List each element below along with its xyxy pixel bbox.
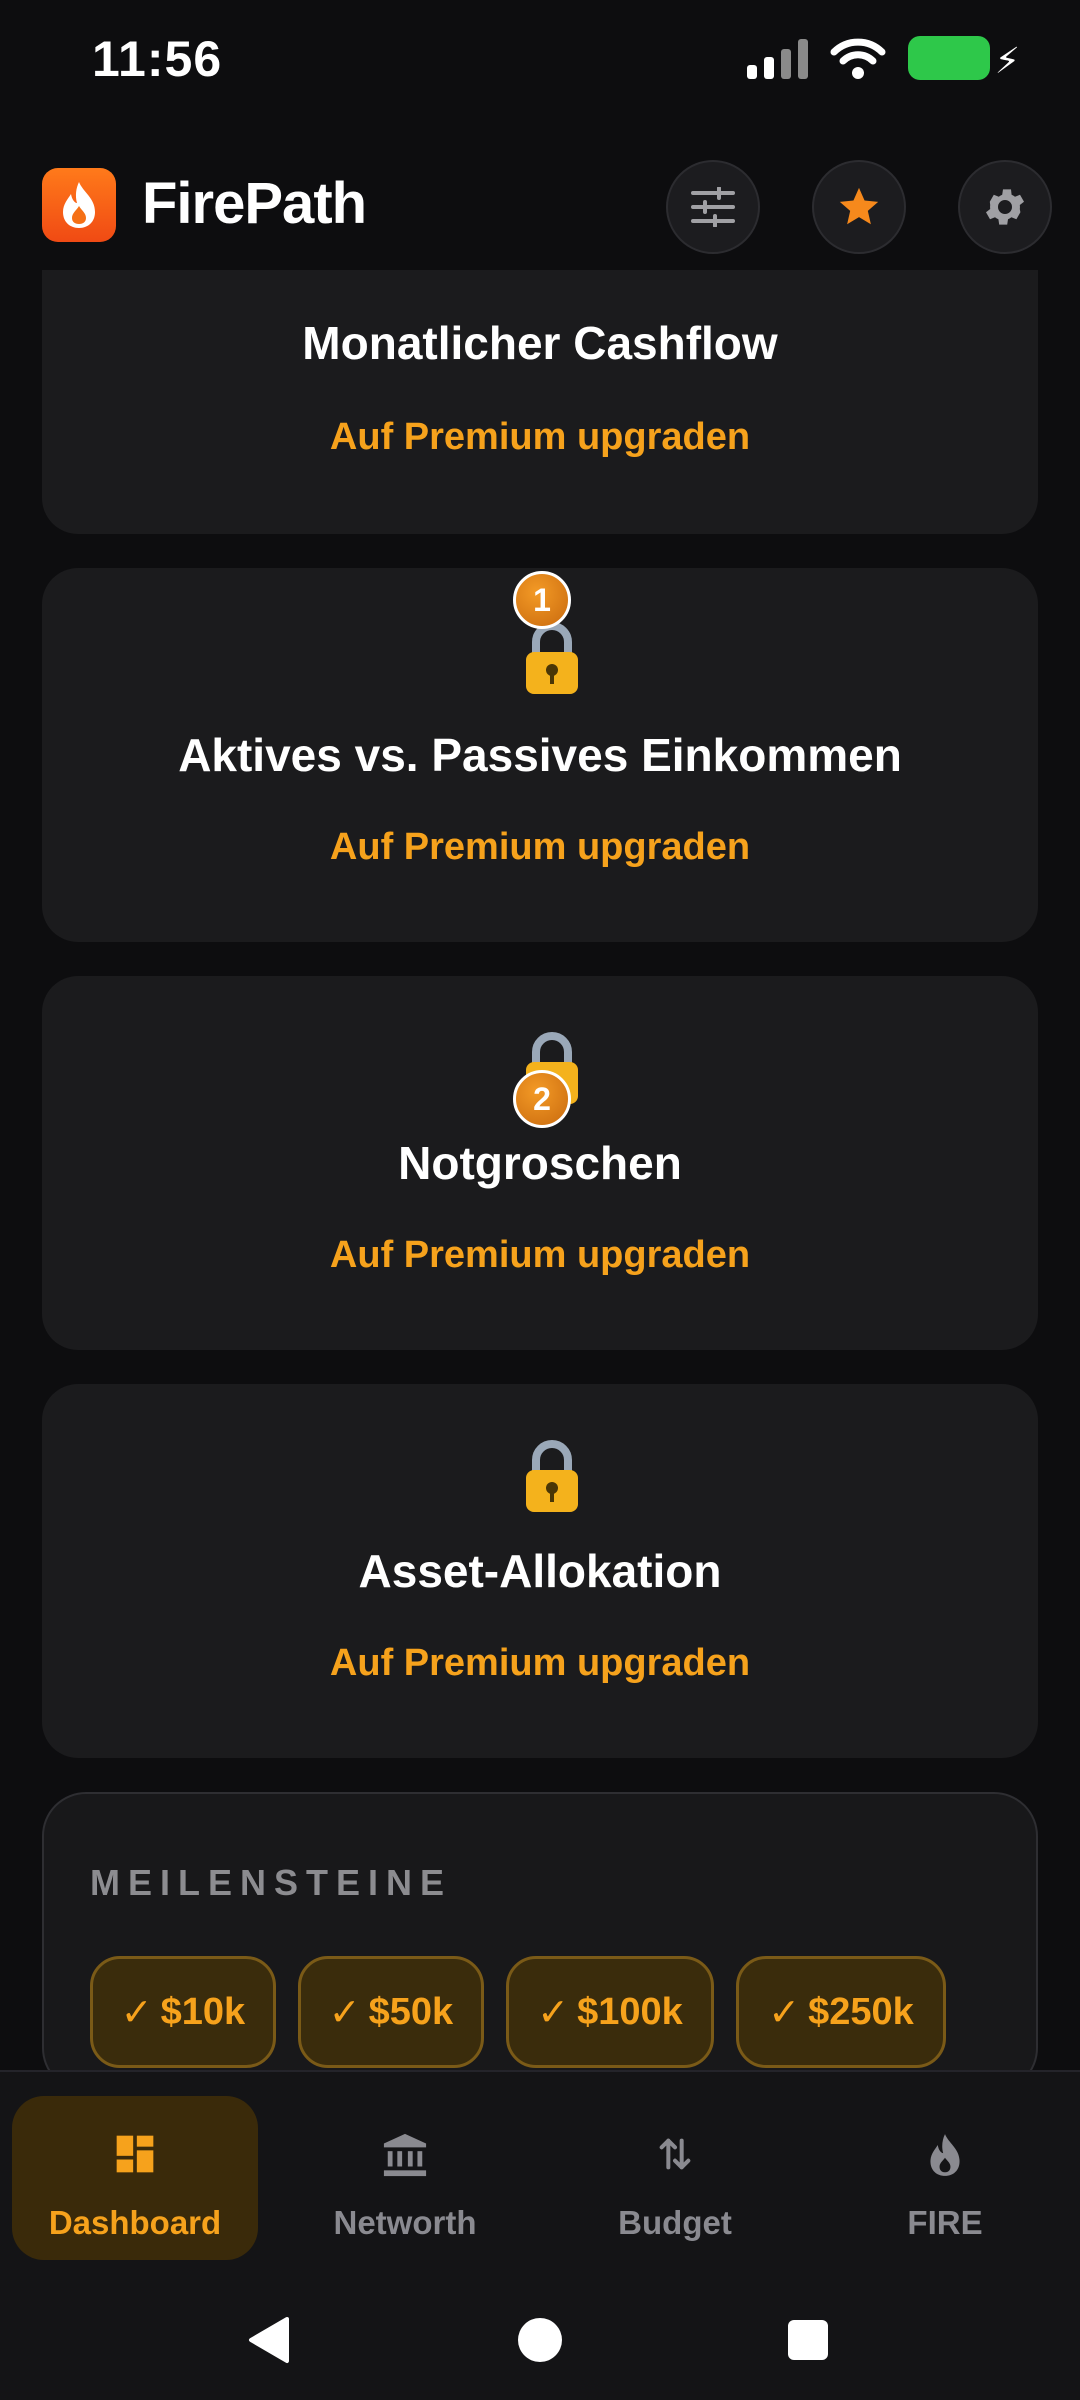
filter-sliders-icon — [691, 187, 735, 227]
app-title: FirePath — [142, 171, 367, 236]
milestone-value: $250k — [808, 1990, 914, 2033]
step-badge: 2 — [513, 1070, 571, 1128]
milestone-value: $10k — [160, 1990, 246, 2033]
nav-dashboard[interactable]: Dashboard — [12, 2096, 258, 2260]
status-bar: 11:56 ⚡ — [0, 0, 1080, 120]
screen: 11:56 ⚡ FirePath Monatlicher Cashflow Au… — [0, 0, 1080, 2400]
status-icons: ⚡ — [747, 36, 1020, 81]
lock-icon — [526, 622, 578, 694]
check-icon: ✓ — [328, 1991, 361, 2034]
back-button[interactable] — [240, 2310, 300, 2370]
nav-label: Networth — [333, 2204, 477, 2241]
back-triangle-icon — [249, 2317, 289, 2363]
card-title: Notgroschen — [398, 1137, 682, 1189]
nav-networth[interactable]: Networth — [282, 2096, 528, 2260]
status-time: 11:56 — [92, 31, 223, 87]
milestones-title: MEILENSTEINE — [90, 1862, 453, 1903]
dashboard-icon — [116, 2135, 154, 2173]
upgrade-premium-link[interactable]: Auf Premium upgraden — [42, 1642, 1038, 1685]
flame-icon — [930, 2134, 960, 2176]
premium-star-button[interactable] — [812, 160, 906, 254]
battery-icon: ⚡ — [908, 36, 1020, 81]
upgrade-premium-link[interactable]: Auf Premium upgraden — [42, 416, 1038, 459]
wifi-icon — [830, 38, 886, 79]
recents-button[interactable] — [778, 2310, 838, 2370]
milestones-section: MEILENSTEINE ✓ $10k ✓ $50k ✓ $100k ✓ $25… — [42, 1792, 1038, 2092]
transfer-arrows-icon — [659, 2138, 691, 2170]
nav-fire[interactable]: FIRE — [822, 2096, 1068, 2260]
app-header: FirePath — [0, 140, 1080, 270]
settings-button[interactable] — [958, 160, 1052, 254]
charging-bolt-icon: ⚡ — [994, 40, 1020, 81]
system-navigation-bar — [0, 2270, 1080, 2400]
card-title: Asset-Allokation — [358, 1545, 722, 1597]
lock-icon — [526, 1440, 578, 1512]
recents-square-icon — [788, 2320, 828, 2360]
milestone-chip[interactable]: ✓ $250k — [736, 1956, 946, 2068]
card-active-passive-income: 1 Aktives vs. Passives Einkommen Auf Pre… — [42, 568, 1038, 942]
check-icon: ✓ — [768, 1991, 801, 2034]
check-icon: ✓ — [120, 1991, 153, 2034]
signal-icon — [747, 37, 808, 79]
nav-label: FIRE — [907, 2204, 983, 2241]
app-logo-flame-icon — [42, 168, 116, 242]
milestone-chip[interactable]: ✓ $50k — [298, 1956, 484, 2068]
filter-button[interactable] — [666, 160, 760, 254]
check-icon: ✓ — [537, 1991, 570, 2034]
nav-label: Dashboard — [48, 2204, 222, 2241]
card-asset-allocation: Asset-Allokation Auf Premium upgraden — [42, 1384, 1038, 1758]
card-title: Monatlicher Cashflow — [302, 317, 778, 369]
milestone-chip[interactable]: ✓ $100k — [506, 1956, 714, 2068]
nav-budget[interactable]: Budget — [552, 2096, 798, 2260]
step-badge: 1 — [513, 571, 571, 629]
nav-label: Budget — [618, 2204, 732, 2241]
bank-icon — [383, 2133, 427, 2177]
gear-icon — [986, 189, 1024, 225]
star-icon — [839, 187, 879, 225]
card-emergency-fund: 2 Notgroschen Auf Premium upgraden — [42, 976, 1038, 1350]
upgrade-premium-link[interactable]: Auf Premium upgraden — [42, 826, 1038, 869]
home-circle-icon — [518, 2318, 562, 2362]
card-title: Aktives vs. Passives Einkommen — [178, 729, 902, 781]
milestone-chip[interactable]: ✓ $10k — [90, 1956, 276, 2068]
milestone-value: $50k — [368, 1990, 454, 2033]
home-button[interactable] — [510, 2310, 570, 2370]
bottom-navigation: Dashboard Networth Budget FIRE — [0, 2070, 1080, 2270]
milestone-value: $100k — [577, 1990, 683, 2033]
upgrade-premium-link[interactable]: Auf Premium upgraden — [42, 1234, 1038, 1277]
